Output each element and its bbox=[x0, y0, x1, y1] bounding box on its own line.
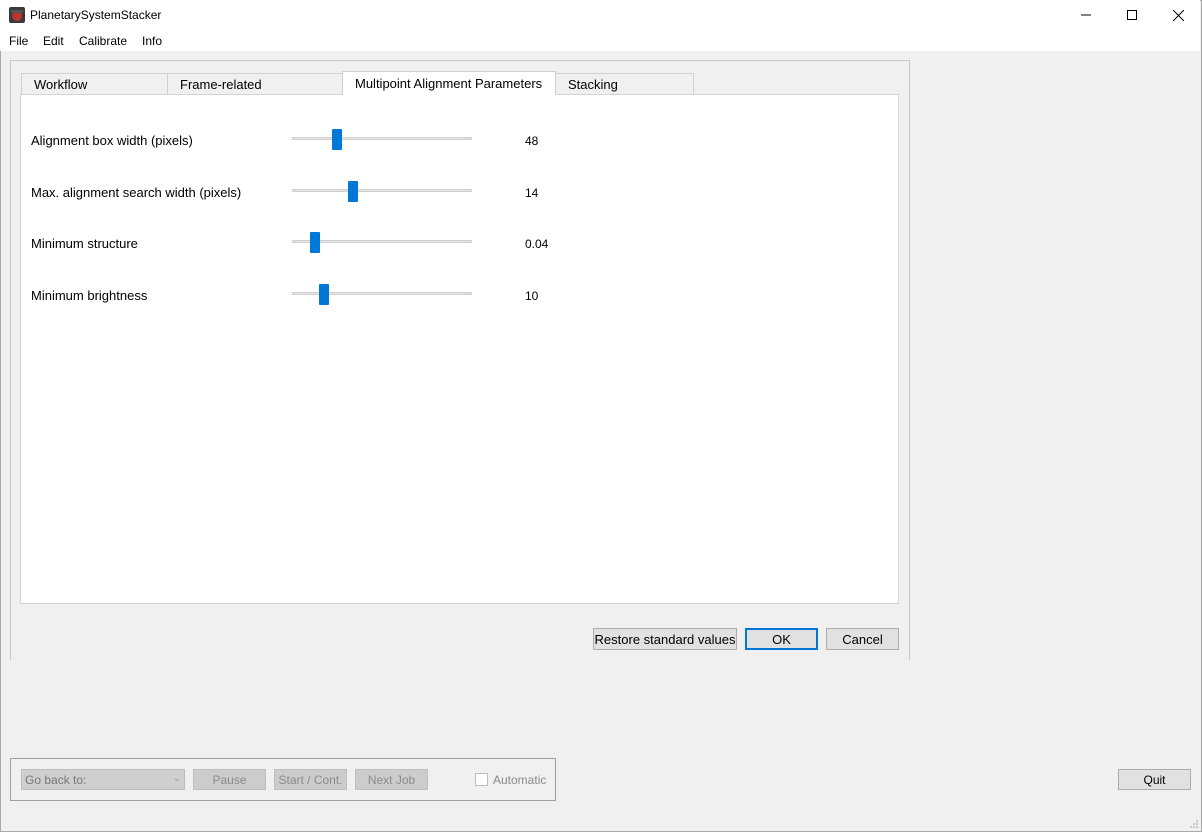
alignment-box-width-slider[interactable] bbox=[292, 137, 472, 140]
start-continue-button[interactable]: Start / Cont. bbox=[274, 769, 347, 790]
param-label: Max. alignment search width (pixels) bbox=[31, 185, 242, 200]
quit-button[interactable]: Quit bbox=[1118, 769, 1191, 790]
param-label: Minimum structure bbox=[31, 236, 138, 251]
app-icon bbox=[9, 7, 25, 23]
window-title: PlanetarySystemStacker bbox=[30, 8, 162, 22]
param-value: 10 bbox=[525, 289, 539, 303]
menu-bar: File Edit Calibrate Info bbox=[0, 30, 1200, 51]
close-icon bbox=[1172, 9, 1184, 21]
minimize-button[interactable] bbox=[1063, 0, 1109, 30]
tab-content bbox=[20, 94, 899, 604]
chevron-down-icon: ⌄ bbox=[172, 773, 181, 784]
param-label: Minimum brightness bbox=[31, 288, 148, 303]
tab-workflow-parameters[interactable]: Workflow Parameters bbox=[21, 73, 168, 113]
go-back-to-label: Go back to: bbox=[25, 773, 87, 787]
max-alignment-search-width-slider[interactable] bbox=[292, 189, 472, 192]
next-job-button[interactable]: Next Job bbox=[355, 769, 428, 790]
close-button[interactable] bbox=[1155, 0, 1201, 30]
minimize-icon bbox=[1081, 14, 1091, 16]
tab-frame-related-parameters[interactable]: Frame-related Parameters bbox=[167, 73, 343, 113]
resize-grip-icon[interactable] bbox=[1189, 819, 1199, 829]
title-bar: PlanetarySystemStacker bbox=[0, 0, 1200, 30]
cancel-button[interactable]: Cancel bbox=[826, 628, 899, 650]
slider-thumb[interactable] bbox=[310, 232, 321, 253]
maximize-button[interactable] bbox=[1109, 0, 1155, 30]
menu-edit[interactable]: Edit bbox=[43, 34, 64, 48]
param-value: 14 bbox=[525, 186, 539, 200]
restore-standard-values-button[interactable]: Restore standard values bbox=[593, 628, 737, 650]
ok-button[interactable]: OK bbox=[745, 628, 818, 650]
maximize-icon bbox=[1127, 10, 1137, 20]
param-value: 0.04 bbox=[525, 237, 549, 251]
tab-multipoint-alignment-parameters[interactable]: Multipoint Alignment Parameters bbox=[342, 71, 556, 95]
slider-thumb[interactable] bbox=[319, 284, 330, 305]
automatic-checkbox[interactable] bbox=[475, 773, 488, 786]
menu-info[interactable]: Info bbox=[142, 34, 162, 48]
slider-thumb[interactable] bbox=[332, 129, 342, 150]
tab-stacking-parameters[interactable]: Stacking Parameters bbox=[555, 73, 694, 113]
param-label: Alignment box width (pixels) bbox=[31, 133, 193, 148]
menu-calibrate[interactable]: Calibrate bbox=[79, 34, 127, 48]
pause-button[interactable]: Pause bbox=[193, 769, 266, 790]
go-back-to-select[interactable]: Go back to: ⌄ bbox=[21, 769, 185, 790]
menu-file[interactable]: File bbox=[9, 34, 28, 48]
param-value: 48 bbox=[525, 134, 539, 148]
slider-thumb[interactable] bbox=[348, 181, 359, 202]
automatic-label: Automatic bbox=[493, 773, 547, 787]
